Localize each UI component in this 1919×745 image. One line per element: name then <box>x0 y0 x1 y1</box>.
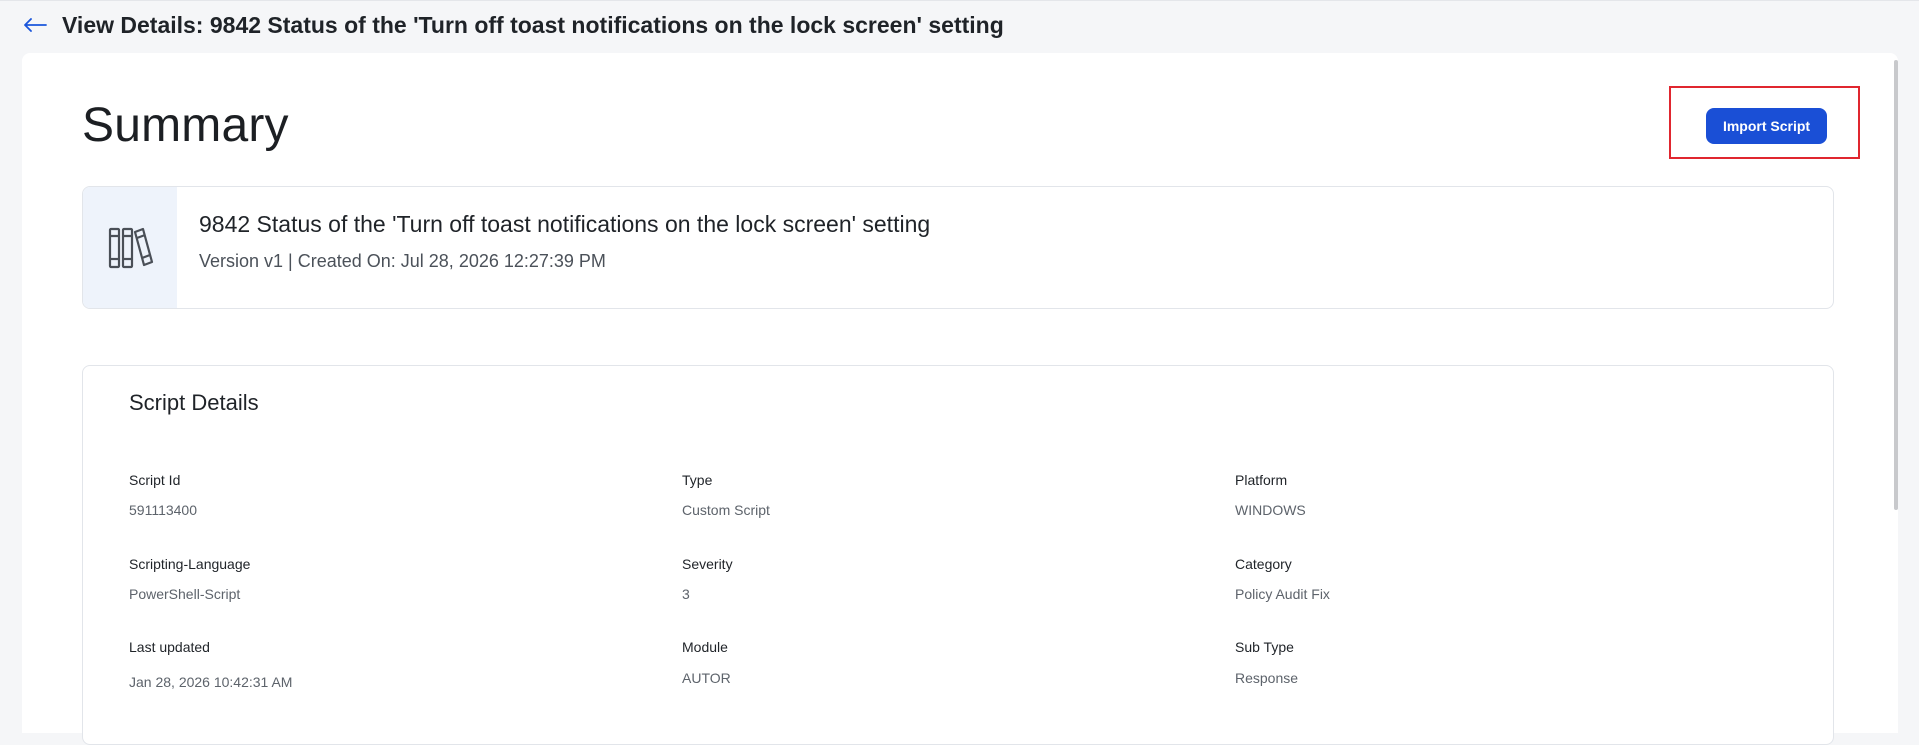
field-value: Custom Script <box>682 502 770 518</box>
field-value: Policy Audit Fix <box>1235 586 1330 602</box>
field-label: Category <box>1235 556 1292 572</box>
field-value: 591113400 <box>129 502 197 518</box>
field-label: Sub Type <box>1235 639 1294 655</box>
page-title: View Details: 9842 Status of the 'Turn o… <box>62 12 1004 38</box>
field-severity: Severity 3 <box>682 556 1182 602</box>
field-value: Jan 28, 2026 10:42:31 AM <box>129 674 293 690</box>
summary-heading: Summary <box>82 99 289 152</box>
field-scripting-language: Scripting-Language PowerShell-Script <box>129 556 629 602</box>
field-label: Scripting-Language <box>129 556 251 572</box>
scrollbar-thumb[interactable] <box>1894 60 1898 510</box>
field-category: Category Policy Audit Fix <box>1235 556 1735 602</box>
field-label: Platform <box>1235 472 1288 488</box>
field-value: AUTOR <box>682 670 731 686</box>
field-value: WINDOWS <box>1235 502 1306 518</box>
field-label: Script Id <box>129 472 181 488</box>
arrow-left-icon <box>24 18 47 32</box>
field-label: Type <box>682 472 713 488</box>
field-label: Severity <box>682 556 733 572</box>
field-module: Module AUTOR <box>682 639 1182 686</box>
info-icon-container <box>83 187 177 308</box>
library-books-icon <box>108 227 154 268</box>
script-details-card: Script Details Script Id 591113400 Type … <box>82 365 1834 745</box>
field-script-id: Script Id 591113400 <box>129 472 629 518</box>
field-value: 3 <box>682 586 690 602</box>
page-header: View Details: 9842 Status of the 'Turn o… <box>0 0 1919 52</box>
field-platform: Platform WINDOWS <box>1235 472 1735 518</box>
field-label: Last updated <box>129 639 210 655</box>
field-value: PowerShell-Script <box>129 586 241 602</box>
import-script-button[interactable]: Import Script <box>1706 108 1827 144</box>
field-label: Module <box>682 639 728 655</box>
script-title: 9842 Status of the 'Turn off toast notif… <box>199 211 931 237</box>
script-details-heading: Script Details <box>129 390 259 415</box>
script-info-card: 9842 Status of the 'Turn off toast notif… <box>82 186 1834 309</box>
field-value: Response <box>1235 670 1299 686</box>
field-type: Type Custom Script <box>682 472 1182 518</box>
field-sub-type: Sub Type Response <box>1235 639 1735 686</box>
field-last-updated: Last updated Jan 28, 2026 10:42:31 AM <box>129 639 629 690</box>
script-version-created: Version v1 | Created On: Jul 28, 2026 12… <box>199 251 606 271</box>
back-button[interactable] <box>22 12 48 38</box>
